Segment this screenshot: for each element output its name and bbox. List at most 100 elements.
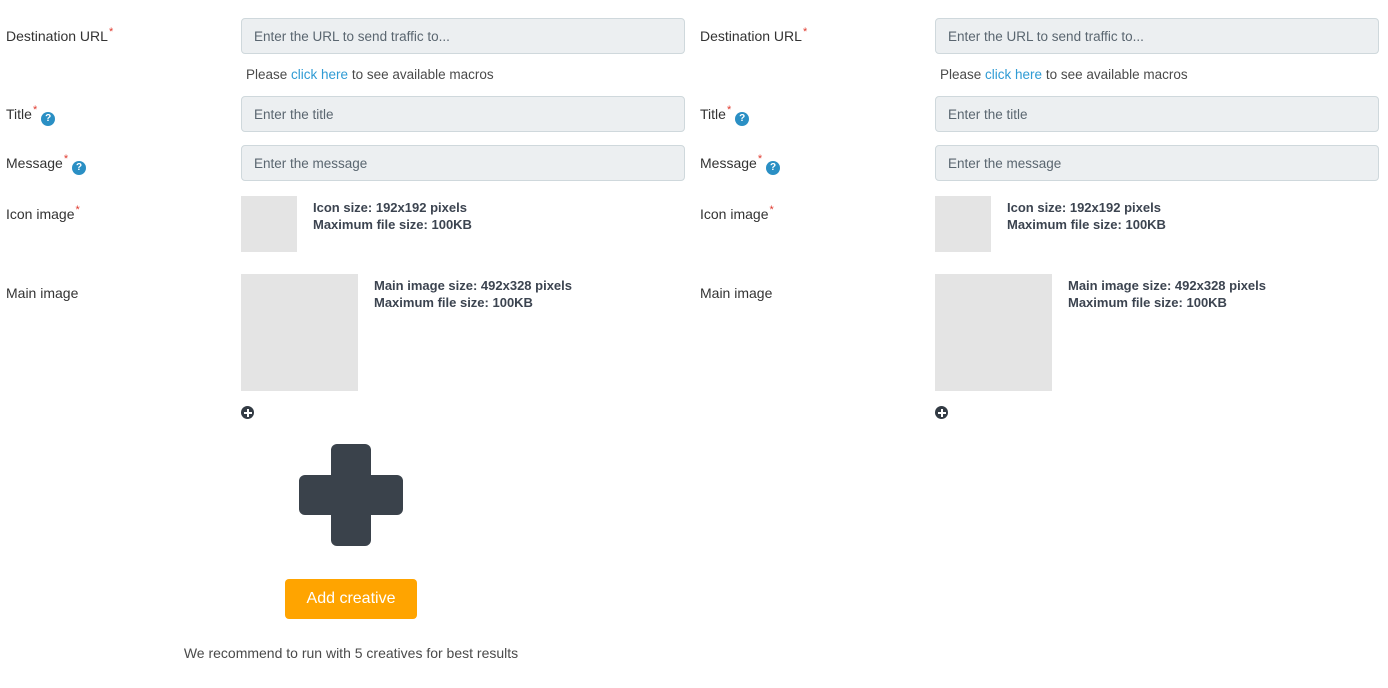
icon-image-label-cell: Icon image* (0, 196, 241, 223)
destination-url-required-star-2: * (802, 26, 808, 39)
macro-note-row: Please click here to see available macro… (0, 67, 694, 82)
destination-url-label: Destination URL (6, 28, 108, 44)
title-required-star-2: * (726, 104, 732, 117)
creative-block-2: Destination URL* Please click here to se… (694, 0, 1388, 661)
icon-image-spec-filesize: Maximum file size: 100KB (313, 217, 472, 232)
main-image-spec-filesize: Maximum file size: 100KB (374, 295, 533, 310)
add-more-field-cell-2 (935, 406, 1388, 419)
icon-image-label-cell-2: Icon image* (694, 196, 935, 223)
title-label-2: Title (700, 106, 726, 122)
message-help-icon-2[interactable]: ? (766, 161, 781, 175)
title-field-cell (241, 96, 694, 132)
icon-image-required-star-2: * (769, 204, 774, 217)
icon-image-upload: Icon size: 192x192 pixels Maximum file s… (241, 196, 685, 252)
message-label-2: Message (700, 155, 757, 171)
message-label-cell: Message*? (0, 145, 241, 175)
icon-image-field-cell-2: Icon size: 192x192 pixels Maximum file s… (935, 196, 1388, 252)
icon-image-row: Icon image* Icon size: 192x192 pixels Ma… (0, 196, 694, 252)
destination-url-input[interactable] (241, 18, 685, 54)
icon-image-spec-size: Icon size: 192x192 pixels (313, 200, 467, 215)
icon-image-specs: Icon size: 192x192 pixels Maximum file s… (313, 196, 472, 233)
destination-url-field-cell-2 (935, 18, 1388, 54)
main-image-row: Main image Main image size: 492x328 pixe… (0, 274, 694, 391)
title-help-icon[interactable]: ? (41, 112, 56, 126)
title-row-2: Title*? (694, 96, 1388, 132)
macro-note-2: Please click here to see available macro… (935, 67, 1388, 82)
destination-url-input-2[interactable] (935, 18, 1379, 54)
icon-image-label-2: Icon image (700, 206, 769, 222)
main-image-row-2: Main image Main image size: 492x328 pixe… (694, 274, 1388, 391)
main-image-spec-size-2: Main image size: 492x328 pixels (1068, 278, 1266, 293)
icon-image-label: Icon image (6, 206, 75, 222)
title-help-icon-2[interactable]: ? (735, 112, 750, 126)
message-label-cell-2: Message*? (694, 145, 935, 175)
destination-url-label-cell-2: Destination URL* (694, 18, 935, 45)
icon-image-thumbnail-2[interactable] (935, 196, 991, 252)
icon-image-specs-2: Icon size: 192x192 pixels Maximum file s… (1007, 196, 1166, 233)
add-more-field-cell (241, 406, 694, 419)
message-required-star: * (63, 153, 69, 166)
title-label: Title (6, 106, 32, 122)
creative-block-1: Destination URL* Please click here to se… (0, 0, 694, 661)
icon-image-required-star: * (75, 204, 80, 217)
main-image-thumbnail[interactable] (241, 274, 358, 391)
big-plus-horizontal-bar (299, 475, 403, 515)
icon-image-row-2: Icon image* Icon size: 192x192 pixels Ma… (694, 196, 1388, 252)
main-image-label: Main image (6, 285, 79, 301)
macro-note-suffix-2: to see available macros (1042, 67, 1188, 82)
message-field-cell-2 (935, 145, 1388, 181)
main-image-label-2: Main image (700, 285, 773, 301)
main-image-upload: Main image size: 492x328 pixels Maximum … (241, 274, 685, 391)
icon-image-spec-size-2: Icon size: 192x192 pixels (1007, 200, 1161, 215)
title-label-cell: Title*? (0, 96, 241, 126)
plus-circle-icon[interactable] (241, 406, 254, 419)
message-row: Message*? (0, 145, 694, 181)
main-image-specs-2: Main image size: 492x328 pixels Maximum … (1068, 274, 1266, 311)
title-input-2[interactable] (935, 96, 1379, 132)
message-label: Message (6, 155, 63, 171)
macro-note-row-2: Please click here to see available macro… (694, 67, 1388, 82)
main-image-spec-size: Main image size: 492x328 pixels (374, 278, 572, 293)
main-image-specs: Main image size: 492x328 pixels Maximum … (374, 274, 572, 311)
title-input[interactable] (241, 96, 685, 132)
plus-circle-icon-2[interactable] (935, 406, 948, 419)
icon-image-spec-filesize-2: Maximum file size: 100KB (1007, 217, 1166, 232)
add-creative-button[interactable]: Add creative (284, 579, 418, 619)
destination-url-row-2: Destination URL* (694, 18, 1388, 54)
add-more-row-2 (694, 406, 1388, 419)
big-plus-icon[interactable] (299, 444, 403, 546)
creative-recommendation-text: We recommend to run with 5 creatives for… (183, 645, 519, 661)
destination-url-required-star: * (108, 26, 114, 39)
message-required-star-2: * (757, 153, 763, 166)
macro-note-prefix-2: Please (940, 67, 986, 82)
main-image-field-cell-2: Main image size: 492x328 pixels Maximum … (935, 274, 1388, 391)
destination-url-row: Destination URL* (0, 18, 694, 54)
title-label-cell-2: Title*? (694, 96, 935, 126)
add-more-row (0, 406, 694, 419)
macro-note-suffix: to see available macros (348, 67, 494, 82)
destination-url-label-2: Destination URL (700, 28, 802, 44)
main-image-thumbnail-2[interactable] (935, 274, 1052, 391)
main-image-field-cell: Main image size: 492x328 pixels Maximum … (241, 274, 694, 391)
title-required-star: * (32, 104, 38, 117)
message-row-2: Message*? (694, 145, 1388, 181)
destination-url-label-cell: Destination URL* (0, 18, 241, 45)
macro-help-link-2[interactable]: click here (985, 67, 1042, 82)
message-input[interactable] (241, 145, 685, 181)
main-image-upload-2: Main image size: 492x328 pixels Maximum … (935, 274, 1379, 391)
message-help-icon[interactable]: ? (72, 161, 87, 175)
icon-image-upload-2: Icon size: 192x192 pixels Maximum file s… (935, 196, 1379, 252)
main-image-spec-filesize-2: Maximum file size: 100KB (1068, 295, 1227, 310)
main-image-label-cell-2: Main image (694, 274, 935, 302)
title-row: Title*? (0, 96, 694, 132)
destination-url-field-cell (241, 18, 694, 54)
macro-note-prefix: Please (246, 67, 292, 82)
main-image-label-cell: Main image (0, 274, 241, 302)
macro-note: Please click here to see available macro… (241, 67, 694, 82)
message-input-2[interactable] (935, 145, 1379, 181)
icon-image-thumbnail[interactable] (241, 196, 297, 252)
add-creative-section: Add creative We recommend to run with 5 … (0, 444, 694, 661)
macro-help-link[interactable]: click here (291, 67, 348, 82)
creatives-columns: Destination URL* Please click here to se… (0, 0, 1388, 661)
icon-image-field-cell: Icon size: 192x192 pixels Maximum file s… (241, 196, 694, 252)
